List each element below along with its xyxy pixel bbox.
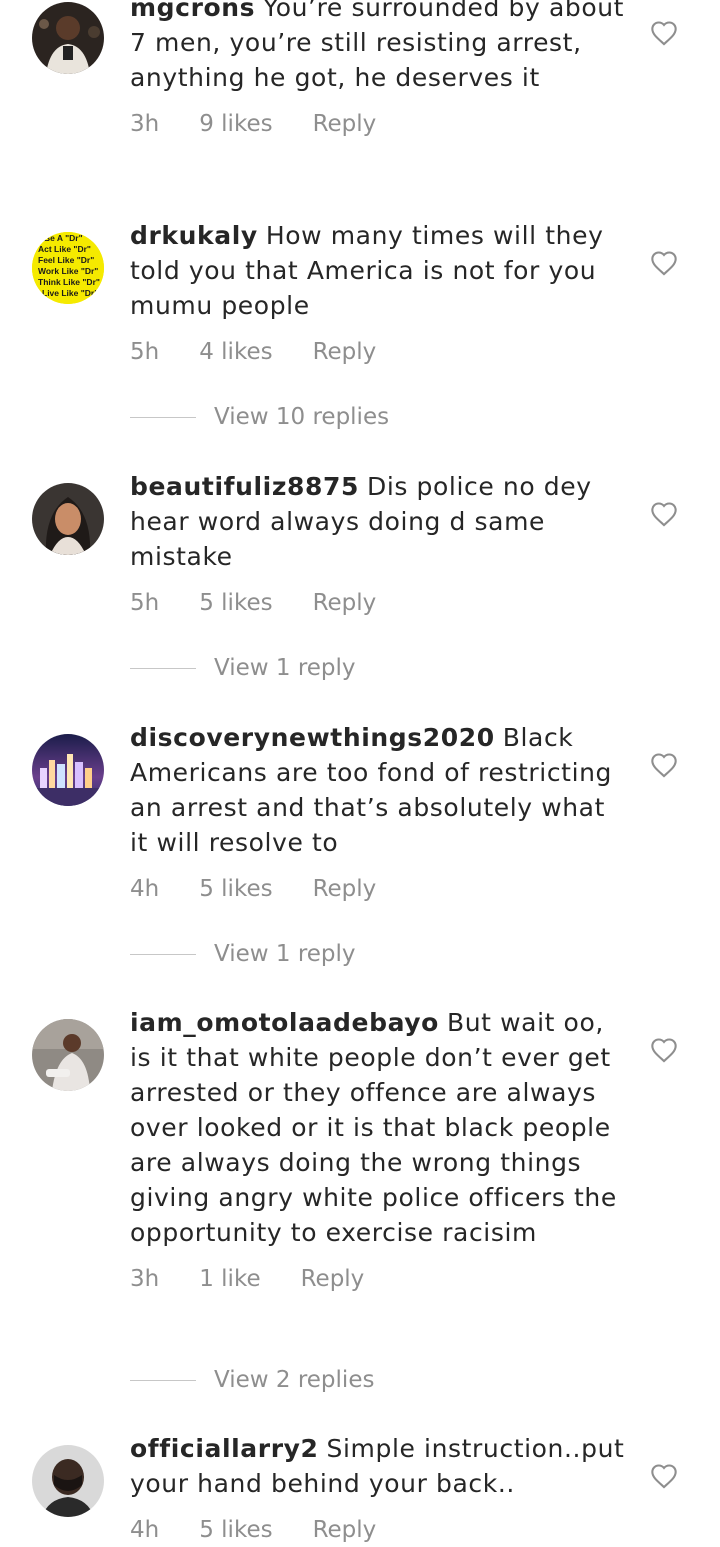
heart-icon[interactable] — [650, 1463, 678, 1489]
divider-line — [130, 1379, 196, 1381]
heart-icon[interactable] — [650, 20, 678, 46]
avatar[interactable] — [32, 2, 104, 74]
reply-button[interactable]: Reply — [301, 1262, 365, 1296]
heart-icon[interactable] — [650, 1037, 678, 1063]
view-replies-button[interactable]: View 1 reply — [130, 941, 356, 967]
heart-icon[interactable] — [650, 752, 678, 778]
comment-likes[interactable]: 1 like — [199, 1262, 260, 1296]
comment-username[interactable]: mgcrons — [130, 0, 255, 22]
comment-likes[interactable]: 5 likes — [199, 872, 272, 906]
comment-time: 3h — [130, 111, 160, 137]
comment-meta: 5h 4 likes Reply — [130, 335, 625, 369]
comment-time: 4h — [130, 1517, 160, 1543]
comment-meta: 3h 1 like Reply — [130, 1262, 625, 1296]
view-replies-label[interactable]: View 2 replies — [214, 1367, 374, 1393]
divider-line — [130, 667, 196, 669]
avatar[interactable] — [32, 1019, 104, 1091]
comment-likes[interactable]: 5 likes — [199, 586, 272, 620]
avatar-line: Feel Like "Dr" — [38, 255, 94, 265]
comment-meta: 5h 5 likes Reply — [130, 586, 625, 620]
comment-time: 5h — [130, 590, 160, 616]
comment-username[interactable]: beautifuliz8875 — [130, 472, 359, 501]
view-replies-label[interactable]: View 1 reply — [214, 655, 356, 681]
comment-time: 3h — [130, 1266, 160, 1292]
avatar-line: Work Like "Dr" — [38, 266, 98, 276]
reply-button[interactable]: Reply — [313, 872, 377, 906]
comment-body: beautifuliz8875 Dis police no dey hear wo… — [130, 469, 625, 620]
avatar-line: Think Like "Dr" — [38, 277, 100, 287]
comment-text: But wait oo, is it that white people don… — [130, 1008, 617, 1247]
reply-button[interactable]: Reply — [313, 1513, 377, 1547]
comment-time: 5h — [130, 339, 160, 365]
reply-button[interactable]: Reply — [313, 335, 377, 369]
view-replies-button[interactable]: View 10 replies — [130, 404, 389, 430]
comment-username[interactable]: discoverynewthings2020 — [130, 723, 495, 752]
heart-icon[interactable] — [650, 501, 678, 527]
view-replies-label[interactable]: View 1 reply — [214, 941, 356, 967]
divider-line — [130, 416, 196, 418]
comment-likes[interactable]: 9 likes — [199, 107, 272, 141]
comment-body: discoverynewthings2020 Black Americans ar… — [130, 720, 625, 906]
comment-meta: 4h 5 likes Reply — [130, 872, 625, 906]
reply-button[interactable]: Reply — [313, 586, 377, 620]
view-replies-button[interactable]: View 1 reply — [130, 655, 356, 681]
comment-username[interactable]: drkukaly — [130, 221, 258, 250]
comment-meta: 4h 5 likes Reply — [130, 1513, 625, 1547]
avatar-yellow-graphic: Be A "Dr" Act Like "Dr" Feel Like "Dr" W… — [32, 232, 104, 304]
comment-username[interactable]: iam_omotolaadebayo — [130, 1008, 439, 1037]
avatar[interactable] — [32, 483, 104, 555]
comment-likes[interactable]: 4 likes — [199, 335, 272, 369]
avatar[interactable] — [32, 1445, 104, 1517]
avatar-line: Be A "Dr" — [44, 233, 83, 243]
avatar-line: Live Like "Dr" — [42, 288, 98, 298]
avatar-line: Act Like "Dr" — [38, 244, 91, 254]
comment-time: 4h — [130, 876, 160, 902]
heart-icon[interactable] — [650, 250, 678, 276]
avatar[interactable] — [32, 734, 104, 806]
reply-button[interactable]: Reply — [313, 107, 377, 141]
comment-body: officiallarry2 Simple instruction..put yo… — [130, 1431, 625, 1547]
comment-body: drkukaly How many times will they told yo… — [130, 218, 625, 369]
comment-meta: 3h 9 likes Reply — [130, 107, 625, 141]
comment-username[interactable]: officiallarry2 — [130, 1434, 319, 1463]
view-replies-label[interactable]: View 10 replies — [214, 404, 389, 430]
avatar[interactable]: Be A "Dr" Act Like "Dr" Feel Like "Dr" W… — [32, 232, 104, 304]
divider-line — [130, 953, 196, 955]
comment-likes[interactable]: 5 likes — [199, 1513, 272, 1547]
comment-body: mgcrons You’re surrounded by about 7 men,… — [130, 0, 625, 141]
view-replies-button[interactable]: View 2 replies — [130, 1367, 374, 1393]
comment-body: iam_omotolaadebayo But wait oo, is it tha… — [130, 1005, 625, 1296]
